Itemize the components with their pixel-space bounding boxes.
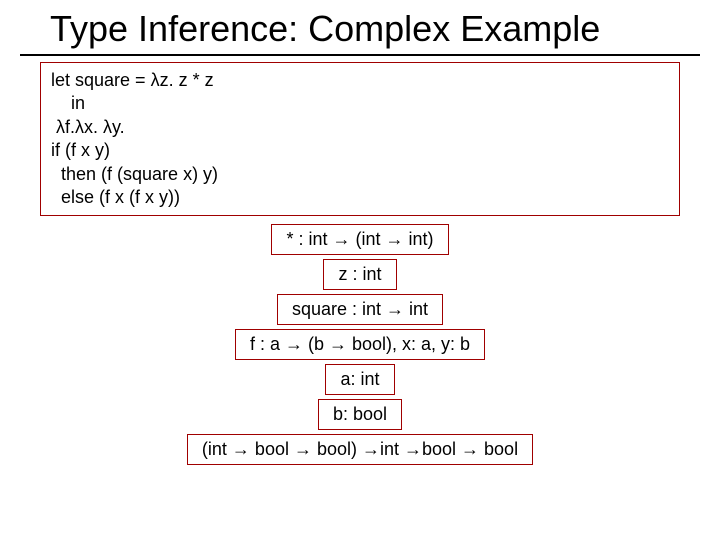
type-box-mult: * : int → (int → int) bbox=[271, 224, 448, 255]
type-box-f: f : a → (b → bool), x: a, y: b bbox=[235, 329, 485, 360]
code-line-3: λf.λx. λy. bbox=[51, 116, 669, 139]
code-line-5: then (f (square x) y) bbox=[51, 163, 669, 186]
code-line-4: if (f x y) bbox=[51, 139, 669, 162]
type-box-a: a: int bbox=[325, 364, 394, 395]
code-line-6: else (f x (f x y)) bbox=[51, 186, 669, 209]
type-box-z: z : int bbox=[323, 259, 396, 290]
code-line-1: let square = λz. z * z bbox=[51, 69, 669, 92]
type-box-result: (int → bool → bool) →int →bool → bool bbox=[187, 434, 533, 465]
type-box-square: square : int → int bbox=[277, 294, 443, 325]
type-box-b: b: bool bbox=[318, 399, 402, 430]
code-block: let square = λz. z * z in λf.λx. λy. if … bbox=[40, 62, 680, 216]
page-title: Type Inference: Complex Example bbox=[20, 0, 700, 56]
type-stack: * : int → (int → int) z : int square : i… bbox=[0, 224, 720, 465]
code-line-2: in bbox=[51, 92, 669, 115]
